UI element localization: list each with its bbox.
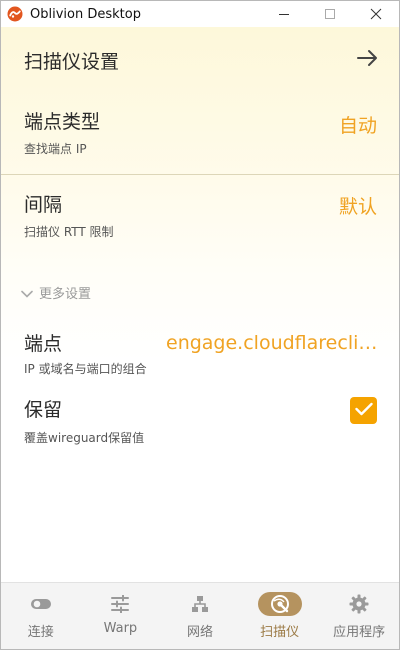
- more-settings-label: 更多设置: [39, 287, 92, 302]
- reserved-checkbox[interactable]: [350, 397, 377, 424]
- arrow-right-icon[interactable]: [357, 49, 379, 71]
- window-title: Oblivion Desktop: [30, 6, 141, 22]
- reserved-subtitle: 覆盖wireguard保留值: [24, 431, 145, 445]
- nav-label: 扫描仪: [260, 625, 300, 640]
- bottom-nav: 连接 Warp 网络 扫描仪 应用程序: [1, 582, 399, 649]
- endpoint-type-subtitle: 查找端点 IP: [24, 142, 87, 156]
- more-settings-toggle[interactable]: 更多设置: [21, 283, 91, 302]
- endpoint-type-value[interactable]: 自动: [339, 111, 377, 138]
- scanner-icon: [257, 592, 302, 616]
- scanner-settings-header: 扫描仪设置: [1, 27, 399, 95]
- endpoint-setting[interactable]: 端点 IP 或域名与端口的组合 engage.cloudflareclient.…: [1, 319, 399, 379]
- gear-icon: [337, 592, 381, 616]
- nav-label: 网络: [186, 625, 213, 640]
- interval-title: 间隔: [24, 194, 63, 216]
- checkmark-icon: [354, 401, 373, 420]
- minimize-button[interactable]: [261, 1, 307, 27]
- oblivion-logo-icon: [7, 6, 23, 22]
- nav-item-settings[interactable]: 应用程序: [319, 583, 399, 649]
- window-controls: [261, 1, 399, 27]
- reserved-title: 保留: [24, 399, 63, 421]
- interval-setting[interactable]: 间隔 扫描仪 RTT 限制 默认: [1, 175, 399, 250]
- network-icon: [178, 592, 222, 616]
- nav-item-scanner[interactable]: 扫描仪: [240, 583, 320, 649]
- maximize-button[interactable]: [307, 1, 353, 27]
- page-title: 扫描仪设置: [24, 51, 120, 73]
- nav-item-network[interactable]: 网络: [160, 583, 240, 649]
- interval-subtitle: 扫描仪 RTT 限制: [24, 225, 114, 239]
- endpoint-type-setting[interactable]: 端点类型 查找端点 IP 自动: [1, 95, 399, 173]
- nav-item-connect[interactable]: 连接: [1, 583, 81, 649]
- nav-label: 应用程序: [333, 625, 386, 640]
- close-button[interactable]: [353, 1, 399, 27]
- title-bar: Oblivion Desktop: [1, 1, 399, 27]
- endpoint-subtitle: IP 或域名与端口的组合: [24, 362, 147, 376]
- nav-item-warp[interactable]: Warp: [81, 583, 161, 649]
- endpoint-type-title: 端点类型: [24, 111, 101, 133]
- reserved-setting[interactable]: 保留 覆盖wireguard保留值: [1, 387, 399, 457]
- toggle-icon: [19, 592, 63, 616]
- endpoint-value[interactable]: engage.cloudflareclient.com:2408: [166, 332, 380, 354]
- app-window: Oblivion Desktop 扫描仪设置 端点类型 查找端点 IP 自动 间…: [0, 0, 400, 650]
- interval-value[interactable]: 默认: [339, 192, 377, 219]
- sliders-icon: [98, 592, 142, 616]
- nav-label: 连接: [27, 625, 54, 640]
- endpoint-title: 端点: [24, 333, 63, 355]
- chevron-down-icon: [21, 283, 33, 302]
- nav-label: Warp: [103, 621, 138, 636]
- scanner-settings-page: 扫描仪设置 端点类型 查找端点 IP 自动 间隔 扫描仪 RTT 限制 默认 更…: [1, 27, 399, 583]
